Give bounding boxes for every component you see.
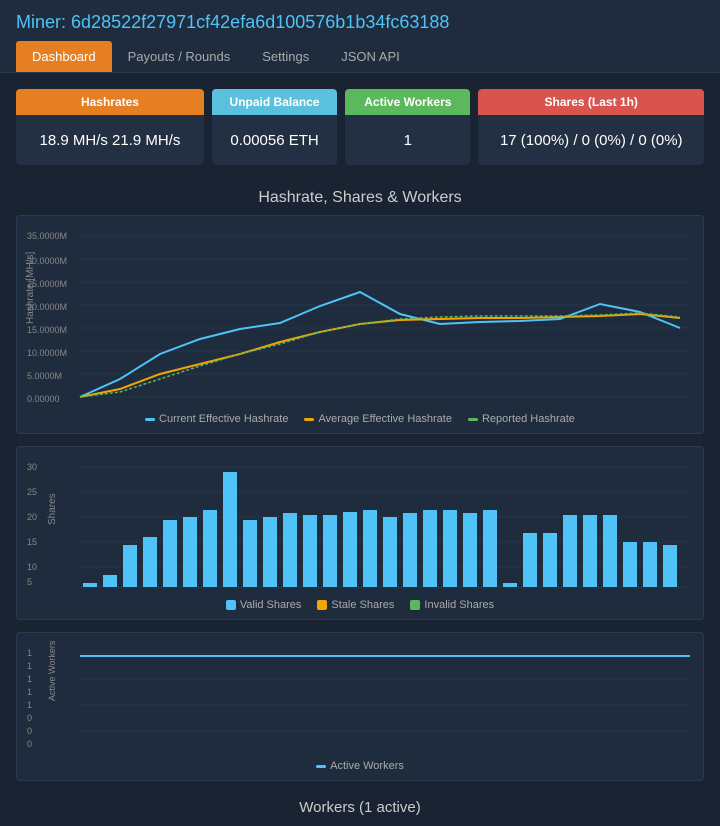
svg-text:Shares: Shares — [47, 493, 58, 525]
svg-text:10.0000M: 10.0000M — [27, 348, 67, 358]
workers-header: Active Workers — [345, 89, 470, 115]
svg-text:25: 25 — [27, 487, 37, 497]
hashrates-value: 18.9 MH/s 21.9 MH/s — [16, 115, 204, 165]
svg-text:1: 1 — [27, 700, 32, 710]
hashrate-chart-section: Hashrate, Shares & Workers 35.0000M 30.0… — [0, 181, 720, 442]
miner-label: Miner: — [16, 12, 66, 32]
workers-svg: 1 1 1 1 1 0 0 0 Active Workers — [25, 641, 695, 756]
average-label: Average Effective Hashrate — [318, 413, 452, 425]
active-workers-dot — [316, 765, 326, 768]
workers-value: 1 — [345, 115, 470, 165]
miner-address: 6d28522f27971cf42efa6d100576b1b34fc63188 — [71, 12, 449, 32]
valid-label: Valid Shares — [240, 599, 302, 611]
workers-footer: Workers (1 active) — [0, 789, 720, 826]
nav-settings[interactable]: Settings — [246, 41, 325, 72]
nav-dashboard[interactable]: Dashboard — [16, 41, 112, 72]
workers-card: Active Workers 1 — [345, 89, 470, 165]
svg-text:1: 1 — [27, 648, 32, 658]
legend-invalid: Invalid Shares — [410, 599, 494, 611]
miner-title: Miner: 6d28522f27971cf42efa6d100576b1b34… — [16, 12, 704, 33]
shares-value: 17 (100%) / 0 (0%) / 0 (0%) — [478, 115, 704, 165]
svg-text:10: 10 — [27, 562, 37, 572]
header: Miner: 6d28522f27971cf42efa6d100576b1b34… — [0, 0, 720, 73]
svg-text:1: 1 — [27, 674, 32, 684]
shares-chart-container: 30 25 20 15 10 5 Shares — [16, 446, 704, 620]
svg-text:Hashrate [MH/s]: Hashrate [MH/s] — [25, 252, 36, 324]
svg-text:5.0000M: 5.0000M — [27, 371, 62, 381]
svg-text:15.0000M: 15.0000M — [27, 325, 67, 335]
hashrate-svg: 35.0000M 30.0000M 25.0000M 20.0000M 15.0… — [25, 224, 695, 409]
svg-text:5: 5 — [27, 577, 32, 587]
navigation: Dashboard Payouts / Rounds Settings JSON… — [16, 41, 704, 72]
unpaid-header: Unpaid Balance — [212, 89, 337, 115]
nav-jsonapi[interactable]: JSON API — [325, 41, 416, 72]
hashrate-chart-container: 35.0000M 30.0000M 25.0000M 20.0000M 15.0… — [16, 215, 704, 434]
svg-text:0: 0 — [27, 739, 32, 749]
hashrates-header: Hashrates — [16, 89, 204, 115]
reported-dot — [468, 418, 478, 421]
shares-legend: Valid Shares Stale Shares Invalid Shares — [25, 599, 695, 611]
shares-card: Shares (Last 1h) 17 (100%) / 0 (0%) / 0 … — [478, 89, 704, 165]
legend-current: Current Effective Hashrate — [145, 413, 288, 425]
svg-text:0: 0 — [27, 726, 32, 736]
nav-payouts[interactable]: Payouts / Rounds — [112, 41, 247, 72]
shares-chart-section: 30 25 20 15 10 5 Shares — [0, 442, 720, 628]
svg-text:0: 0 — [27, 713, 32, 723]
svg-text:35.0000M: 35.0000M — [27, 231, 67, 241]
svg-text:30: 30 — [27, 462, 37, 472]
legend-active-workers: Active Workers — [316, 760, 404, 772]
legend-valid: Valid Shares — [226, 599, 302, 611]
svg-text:15: 15 — [27, 537, 37, 547]
svg-text:0.00000: 0.00000 — [27, 394, 60, 404]
average-dot — [304, 418, 314, 421]
stats-row: Hashrates 18.9 MH/s 21.9 MH/s Unpaid Bal… — [0, 73, 720, 181]
workers-footer-label: Workers (1 active) — [299, 799, 420, 816]
active-workers-label: Active Workers — [330, 760, 404, 772]
legend-stale: Stale Shares — [317, 599, 394, 611]
stale-dot — [317, 600, 327, 610]
unpaid-value: 0.00056 ETH — [212, 115, 337, 165]
workers-chart-section: 1 1 1 1 1 0 0 0 Active Workers Active Wo… — [0, 628, 720, 789]
unpaid-card: Unpaid Balance 0.00056 ETH — [212, 89, 337, 165]
valid-dot — [226, 600, 236, 610]
current-label: Current Effective Hashrate — [159, 413, 288, 425]
svg-text:20: 20 — [27, 512, 37, 522]
svg-text:1: 1 — [27, 687, 32, 697]
hashrate-legend: Current Effective Hashrate Average Effec… — [25, 413, 695, 425]
svg-text:Active Workers: Active Workers — [47, 641, 57, 701]
workers-legend: Active Workers — [25, 760, 695, 772]
reported-label: Reported Hashrate — [482, 413, 575, 425]
legend-average: Average Effective Hashrate — [304, 413, 452, 425]
workers-chart-container: 1 1 1 1 1 0 0 0 Active Workers Active Wo… — [16, 632, 704, 781]
invalid-dot — [410, 600, 420, 610]
legend-reported: Reported Hashrate — [468, 413, 575, 425]
svg-text:1: 1 — [27, 661, 32, 671]
current-dot — [145, 418, 155, 421]
hashrates-card: Hashrates 18.9 MH/s 21.9 MH/s — [16, 89, 204, 165]
shares-svg: 30 25 20 15 10 5 Shares — [25, 455, 695, 595]
shares-header: Shares (Last 1h) — [478, 89, 704, 115]
stale-label: Stale Shares — [331, 599, 394, 611]
invalid-label: Invalid Shares — [424, 599, 494, 611]
hashrate-chart-title: Hashrate, Shares & Workers — [16, 189, 704, 207]
